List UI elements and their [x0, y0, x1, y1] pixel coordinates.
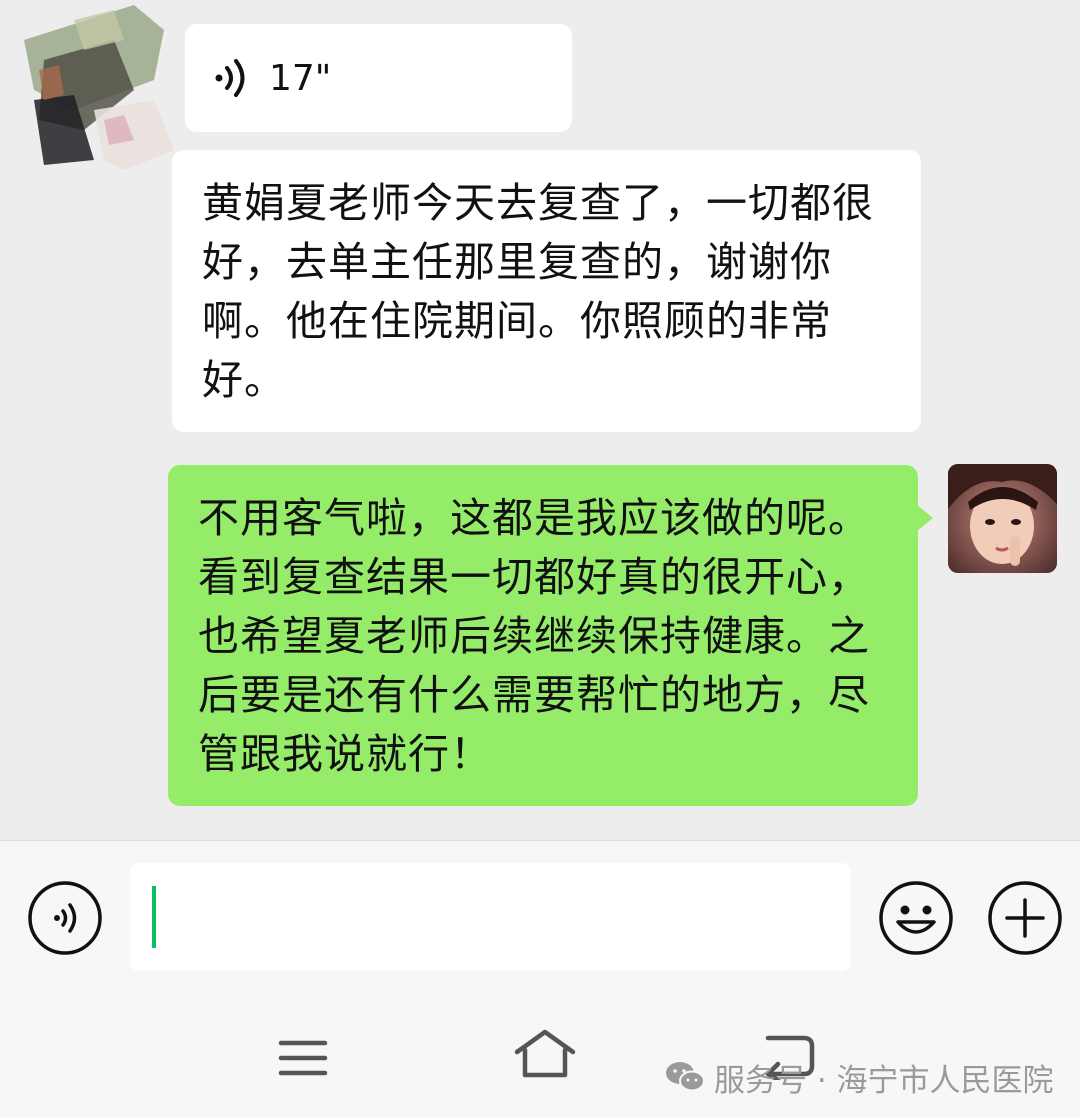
bubble-tail — [917, 505, 933, 531]
smiley-icon[interactable] — [878, 880, 954, 956]
contact-avatar[interactable] — [14, 0, 186, 172]
voice-wave-icon — [215, 59, 245, 97]
chat-area: 17" 黄娟夏老师今天去复查了，一切都很好，去单主任那里复查的，谢谢你啊。他在住… — [0, 0, 1080, 840]
plus-circle-icon[interactable] — [987, 880, 1063, 956]
message-text: 黄娟夏老师今天去复查了，一切都很好，去单主任那里复查的，谢谢你啊。他在住院期间。… — [202, 179, 874, 404]
my-avatar[interactable] — [948, 464, 1057, 573]
menu-icon[interactable] — [278, 1038, 328, 1078]
watermark-text: 服务号 · 海宁市人民医院 — [714, 1062, 1054, 1099]
sent-message[interactable]: 不用客气啦，这都是我应该做的呢。看到复查结果一切都好真的很开心，也希望夏老师后续… — [168, 465, 933, 806]
voice-duration: 17" — [269, 57, 332, 99]
input-bar — [0, 840, 1080, 1001]
text-cursor — [152, 886, 156, 948]
wechat-icon — [666, 1062, 705, 1092]
message-text: 不用客气啦，这都是我应该做的呢。看到复查结果一切都好真的很开心，也希望夏老师后续… — [198, 494, 870, 778]
message-input[interactable] — [130, 863, 850, 971]
home-icon[interactable] — [512, 1028, 578, 1080]
voice-toggle-icon[interactable] — [27, 880, 103, 956]
account-watermark: 服务号 · 海宁市人民医院 — [664, 1052, 1054, 1102]
voice-message-bubble[interactable]: 17" — [185, 24, 572, 132]
received-message[interactable]: 黄娟夏老师今天去复查了，一切都很好，去单主任那里复查的，谢谢你啊。他在住院期间。… — [172, 150, 921, 432]
